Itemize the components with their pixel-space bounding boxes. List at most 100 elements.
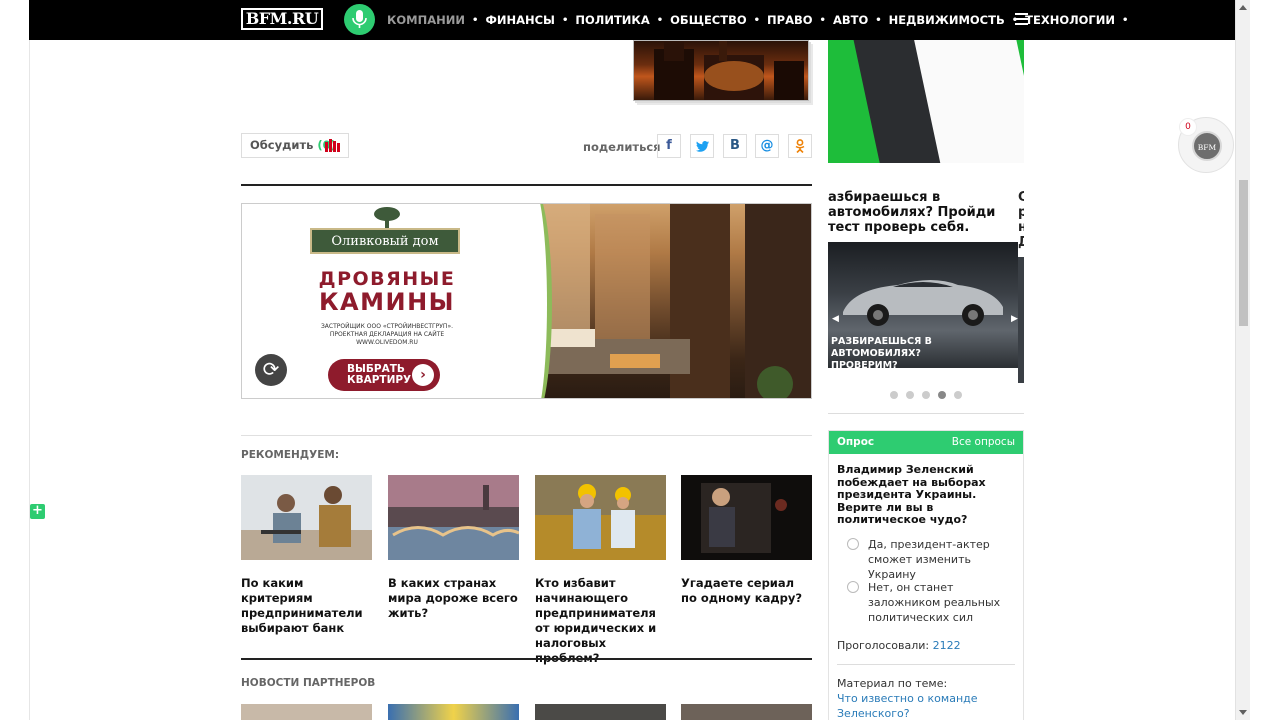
- recommend-card[interactable]: Кто избавит начинающего предпринимателя …: [535, 475, 666, 666]
- share-ok-button[interactable]: [788, 134, 812, 158]
- share-vk-button[interactable]: В: [723, 134, 747, 158]
- ad-photo-interior: [520, 204, 811, 398]
- poll-header: Опрос Все опросы: [829, 431, 1023, 454]
- quiz-title[interactable]: азбираешься в автомобилях? Пройди тест п…: [828, 190, 1018, 235]
- sidebar-image-phone[interactable]: [828, 40, 1024, 163]
- twitter-icon: [695, 141, 709, 152]
- menu-item-society[interactable]: ОБЩЕСТВО: [670, 13, 746, 27]
- poll-divider: [837, 664, 1015, 665]
- poll-option-yes[interactable]: Да, президент-актер сможет изменить Укра…: [847, 537, 1022, 582]
- radio-button[interactable]: [847, 581, 859, 593]
- recommend-card[interactable]: В каких странах мира дороже всего жить?: [388, 475, 520, 621]
- share-twitter-button[interactable]: [690, 134, 714, 158]
- quiz-overlay-line1: РАЗБИРАЕШЬСЯ В АВТОМОБИЛЯХ?: [831, 336, 932, 359]
- poll-related-label: Материал по теме:: [837, 677, 948, 690]
- carousel-next-icon[interactable]: ▶: [1011, 314, 1018, 324]
- share-label: поделиться: [583, 140, 661, 154]
- notification-badge: 0: [1179, 118, 1197, 136]
- hamburger-menu-icon[interactable]: [1015, 13, 1028, 25]
- share-mail-button[interactable]: @: [755, 134, 779, 158]
- recommend-card[interactable]: Угадаете сериал по одному кадру?: [681, 475, 812, 606]
- chevron-right-icon: ›: [412, 364, 434, 386]
- recommend-caption[interactable]: Угадаете сериал по одному кадру?: [681, 576, 812, 606]
- ad-cta-label: ВЫБРАТЬ КВАРТИРУ: [347, 363, 412, 386]
- section-divider: [241, 658, 812, 660]
- menu-item-realty[interactable]: НЕДВИЖИМОСТЬ: [889, 13, 1005, 27]
- microphone-button[interactable]: [344, 4, 375, 35]
- page-left-border: [29, 40, 30, 720]
- carousel-prev-icon[interactable]: ◀: [832, 314, 839, 324]
- poll-related-link[interactable]: Что известно о команде Зеленского?: [837, 691, 1023, 720]
- partner-thumb[interactable]: [241, 704, 372, 720]
- ad-fine-print: ЗАСТРОЙЩИК ООО «СТРОЙИНВЕСТГРУП». ПРОЕКТ…: [320, 323, 454, 346]
- sidebar-divider: [828, 413, 1024, 414]
- menu-item-politics[interactable]: ПОЛИТИКА: [575, 13, 649, 27]
- scroll-down-icon[interactable]: [1239, 710, 1247, 715]
- menu-item-tech[interactable]: ТЕХНОЛОГИИ: [1025, 13, 1115, 27]
- quiz-image-car[interactable]: РАЗБИРАЕШЬСЯ В АВТОМОБИЛЯХ? ПРОВЕРИМ?: [828, 242, 1018, 368]
- carousel-dot[interactable]: [922, 391, 930, 399]
- carousel-dot[interactable]: [890, 391, 898, 399]
- article-image[interactable]: [633, 40, 809, 101]
- all-polls-link[interactable]: Все опросы: [952, 431, 1015, 454]
- carousel-dot-active[interactable]: [938, 391, 946, 399]
- ad-headline-1: ДРОВЯНЫЕ: [318, 268, 456, 290]
- share-facebook-button[interactable]: f: [657, 134, 681, 158]
- sports-car-image: [843, 280, 1003, 326]
- quiz-next-peek-image[interactable]: [1018, 257, 1024, 383]
- floating-bfm-widget[interactable]: BFM 0: [1178, 117, 1234, 173]
- poll-votes-count: 2122: [932, 639, 961, 652]
- menu-item-companies[interactable]: КОМПАНИИ: [387, 13, 465, 27]
- comments-icon: [325, 139, 340, 152]
- recommend-card[interactable]: По каким критериям предприниматели выбир…: [241, 475, 372, 636]
- discuss-label: Обсудить: [250, 138, 314, 152]
- poll-option-label[interactable]: Нет, он станет заложником реальных полит…: [847, 580, 1022, 625]
- recommend-caption[interactable]: Кто избавит начинающего предпринимателя …: [535, 576, 666, 666]
- partner-thumb[interactable]: [535, 704, 666, 720]
- poll-label: Опрос: [837, 436, 875, 448]
- refresh-icon[interactable]: ⟳: [255, 354, 287, 386]
- discuss-button[interactable]: Обсудить (0): [241, 133, 349, 158]
- facebook-icon: f: [666, 138, 672, 153]
- page-scrollbar[interactable]: [1235, 0, 1250, 720]
- scroll-thumb[interactable]: [1239, 180, 1248, 326]
- ad-text-panel: Оливковый дом ДРОВЯНЫЕ КАМИНЫ ЗАСТРОЙЩИК…: [242, 204, 532, 398]
- menu-item-law[interactable]: ПРАВО: [767, 13, 813, 27]
- scroll-up-icon[interactable]: [1239, 5, 1247, 10]
- poll-related: Материал по теме: Что известно о команде…: [837, 676, 1023, 720]
- partner-thumb[interactable]: [388, 704, 519, 720]
- recommend-section-title: РЕКОМЕНДУЕМ:: [241, 449, 340, 461]
- site-logo[interactable]: BFM.RU: [241, 8, 323, 30]
- ad-banner[interactable]: Оливковый дом ДРОВЯНЫЕ КАМИНЫ ЗАСТРОЙЩИК…: [241, 203, 812, 399]
- mail-icon: @: [760, 138, 774, 153]
- ad-brand-logo: Оливковый дом: [310, 228, 460, 254]
- poll-question: Владимир Зеленский побеждает на выборах …: [837, 463, 986, 526]
- poll-widget: Опрос Все опросы Владимир Зеленский побе…: [828, 430, 1024, 720]
- carousel-dot[interactable]: [906, 391, 914, 399]
- add-widget-button[interactable]: +: [30, 504, 45, 519]
- quiz-next-peek[interactable]: С р н Д: [1018, 190, 1024, 250]
- bfm-radio-icon: BFM: [1192, 131, 1222, 161]
- carousel-pagination: [890, 391, 970, 399]
- ad-headline-2: КАМИНЫ: [318, 288, 456, 316]
- partner-thumb[interactable]: [681, 704, 812, 720]
- poll-option-label[interactable]: Да, президент-актер сможет изменить Укра…: [847, 537, 1022, 582]
- poll-option-no[interactable]: Нет, он станет заложником реальных полит…: [847, 580, 1022, 625]
- menu-item-finance[interactable]: ФИНАНСЫ: [485, 13, 555, 27]
- olive-tree-icon: [374, 207, 400, 228]
- recommend-caption[interactable]: В каких странах мира дороже всего жить?: [388, 576, 519, 621]
- recommend-thumb-workers: [535, 475, 666, 560]
- ad-cta-button[interactable]: ВЫБРАТЬ КВАРТИРУ ›: [328, 359, 440, 391]
- section-divider-light: [241, 435, 812, 436]
- recommend-thumb-businessmen: [241, 475, 372, 560]
- recommend-caption[interactable]: По каким критериям предприниматели выбир…: [241, 576, 372, 636]
- cathedral-fire-image: [654, 41, 804, 100]
- carousel-dot[interactable]: [954, 391, 962, 399]
- quiz-image-overlay: РАЗБИРАЕШЬСЯ В АВТОМОБИЛЯХ? ПРОВЕРИМ?: [828, 336, 1018, 368]
- section-divider: [241, 184, 812, 186]
- menu-item-auto[interactable]: АВТО: [833, 13, 868, 27]
- top-navigation-bar: BFM.RU КОМПАНИИ • ФИНАНСЫ • ПОЛИТИКА • О…: [29, 0, 1235, 40]
- quiz-overlay-line2: ПРОВЕРИМ?: [831, 360, 898, 368]
- radio-button[interactable]: [847, 538, 859, 550]
- poll-votes-label: Проголосовали:: [837, 639, 930, 652]
